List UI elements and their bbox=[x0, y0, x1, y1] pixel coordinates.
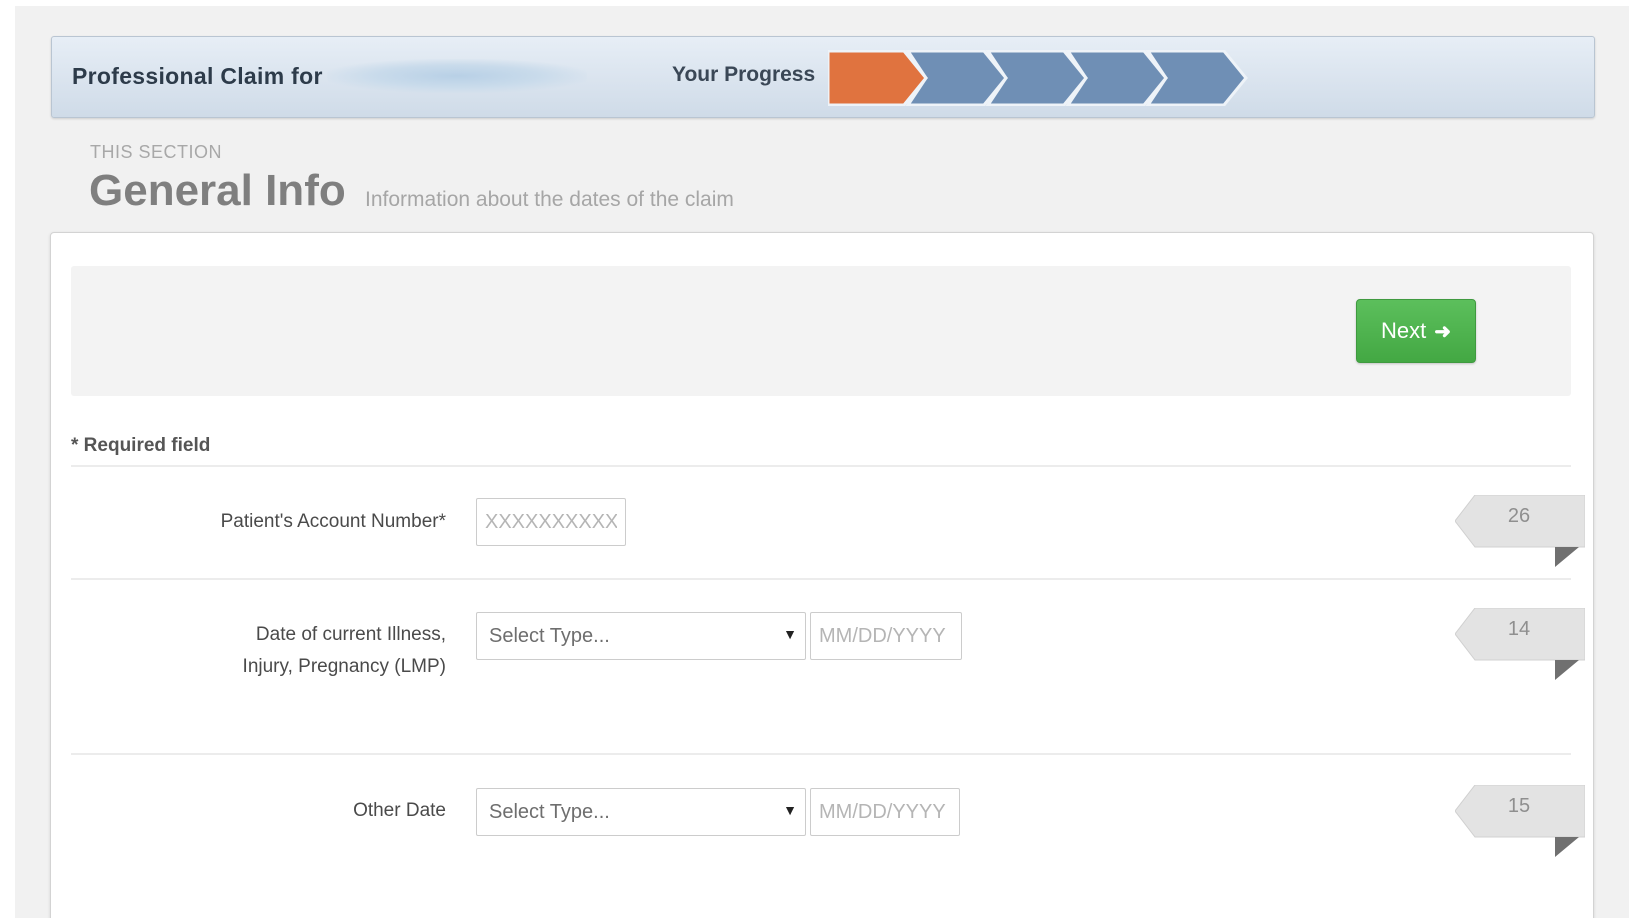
box-number: 26 bbox=[1507, 505, 1531, 527]
box-number-tag: 15 bbox=[1455, 785, 1585, 861]
page-background: Professional Claim for Your Progress THI… bbox=[15, 6, 1629, 918]
progress-step-1 bbox=[828, 50, 928, 106]
account-number-input[interactable] bbox=[476, 498, 626, 546]
other-date-type-select[interactable]: Select Type... ▼ bbox=[476, 788, 806, 836]
section-title: General Info bbox=[89, 166, 346, 215]
caret-down-icon: ▼ bbox=[783, 802, 797, 818]
illness-date-label-line1: Date of current Illness, bbox=[255, 624, 446, 645]
progress-bar bbox=[828, 50, 1248, 106]
illness-date-label-line2: Injury, Pregnancy (LMP) bbox=[242, 656, 446, 677]
box-number: 15 bbox=[1507, 795, 1531, 817]
illness-date-label: Date of current Illness, Injury, Pregnan… bbox=[51, 619, 446, 683]
select-value: Select Type... bbox=[489, 625, 610, 647]
select-value: Select Type... bbox=[489, 801, 610, 823]
redacted-patient-name bbox=[327, 59, 587, 93]
other-date-input[interactable] bbox=[810, 788, 960, 836]
caret-down-icon: ▼ bbox=[783, 626, 797, 642]
illness-date-type-select[interactable]: Select Type... ▼ bbox=[476, 612, 806, 660]
box-number-tag: 14 bbox=[1455, 608, 1585, 684]
action-bar: Next ➜ bbox=[71, 266, 1571, 396]
required-field-note: * Required field bbox=[71, 435, 211, 456]
form-panel: Next ➜ * Required field Patient's Accoun… bbox=[50, 232, 1594, 918]
section-kicker: THIS SECTION bbox=[90, 142, 223, 162]
box-number: 14 bbox=[1507, 618, 1531, 640]
other-date-label: Other Date bbox=[353, 800, 446, 821]
illness-date-input[interactable] bbox=[810, 612, 962, 660]
arrow-right-icon: ➜ bbox=[1434, 320, 1451, 343]
next-button[interactable]: Next ➜ bbox=[1356, 299, 1476, 363]
section-description: Information about the dates of the claim bbox=[365, 188, 734, 211]
box-number-tag: 26 bbox=[1455, 495, 1585, 571]
divider bbox=[71, 753, 1571, 755]
next-button-label: Next bbox=[1380, 318, 1427, 343]
progress-label: Your Progress bbox=[672, 63, 816, 86]
account-number-label: Patient's Account Number* bbox=[220, 511, 446, 532]
divider bbox=[71, 465, 1571, 467]
divider bbox=[71, 578, 1571, 580]
claim-title: Professional Claim for bbox=[72, 63, 323, 89]
claim-header: Professional Claim for Your Progress bbox=[51, 36, 1595, 118]
